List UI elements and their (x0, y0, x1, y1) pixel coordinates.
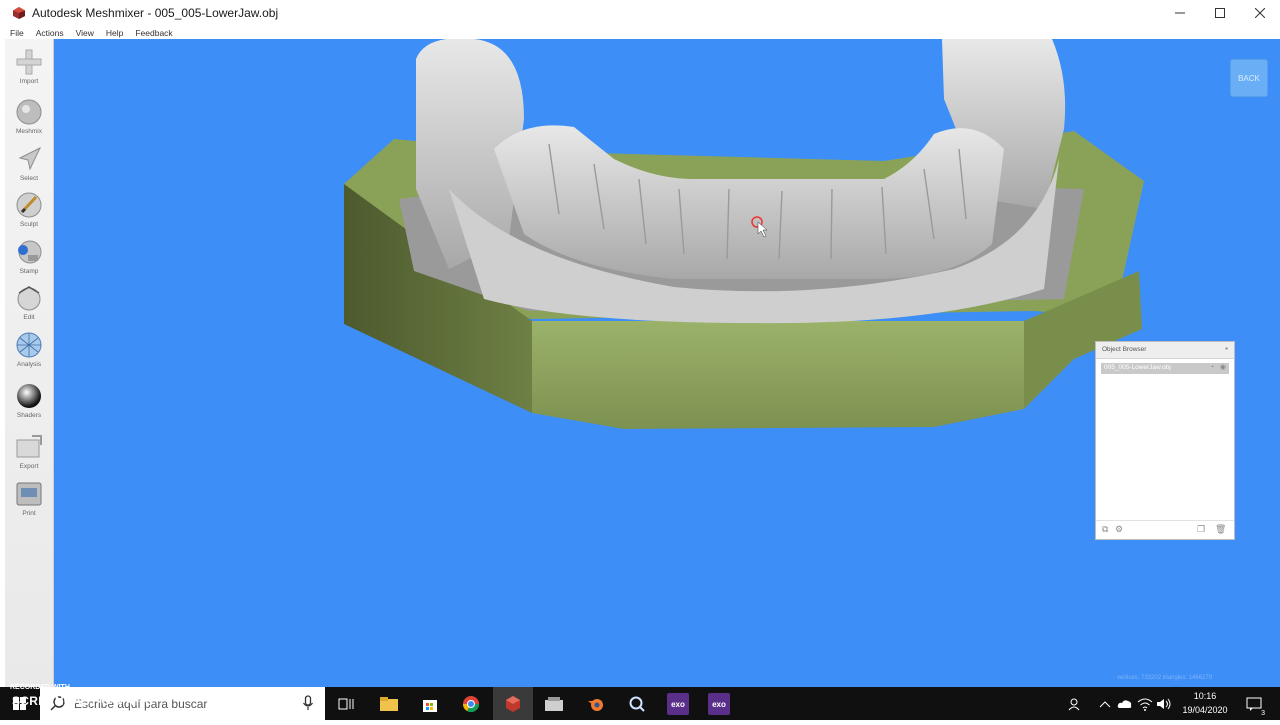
object-item-controls: ◔ ◉ (1210, 363, 1226, 371)
close-icon (1255, 8, 1265, 18)
tool-label: Select (19, 175, 39, 182)
export-icon (16, 435, 42, 458)
print-tool[interactable]: Print (5, 479, 53, 523)
menu-view[interactable]: View (76, 28, 94, 38)
tool-label: Shaders (16, 412, 42, 419)
tool-label: Import (19, 78, 39, 85)
meshmix-tool[interactable]: Meshmix (5, 97, 53, 141)
minimize-icon (1175, 12, 1185, 14)
menu-bar: File Actions View Help Feedback (0, 26, 1280, 39)
object-browser-title: Object Browser (1102, 346, 1147, 353)
search-app-icon[interactable] (626, 693, 648, 715)
back-button[interactable]: BACK (1230, 59, 1268, 97)
menu-feedback[interactable]: Feedback (135, 28, 172, 38)
window-controls (1160, 0, 1280, 26)
settings-icon[interactable]: ⚙ (1115, 524, 1123, 535)
close-button[interactable] (1240, 0, 1280, 26)
analysis-tool[interactable]: Analysis (5, 330, 53, 374)
tool-label: Edit (23, 314, 35, 321)
tool-palette: Import Meshmix Select Sculpt Stamp Edit … (5, 39, 54, 687)
menu-actions[interactable]: Actions (36, 28, 64, 38)
shaders-tool[interactable]: Shaders (5, 381, 53, 425)
minimize-button[interactable] (1160, 0, 1200, 26)
visibility-eye-icon[interactable]: ◉ (1220, 364, 1226, 371)
lock-icon[interactable]: ◔ (1210, 364, 1214, 371)
tool-label: Analysis (16, 361, 42, 368)
mesh-stats: vertices: 733202 triangles: 1466270 (1117, 675, 1213, 681)
select-arrow-icon (18, 146, 42, 171)
meshmixer-icon[interactable] (502, 693, 524, 715)
tool-label: Meshmix (15, 128, 42, 135)
stamp-tool[interactable]: Stamp (5, 237, 53, 281)
select-tool[interactable]: Select (5, 144, 53, 188)
notification-center-icon[interactable]: 3 (1243, 693, 1265, 717)
add-object-icon[interactable]: ⧉ (1102, 524, 1108, 535)
recorder-watermark: RECORDED WITH (10, 684, 70, 691)
close-icon[interactable]: ▪ (1225, 344, 1228, 353)
shader-sphere-icon (17, 384, 41, 408)
stamp-icon (18, 240, 42, 264)
tool-label: Export (19, 463, 39, 470)
maximize-icon (1215, 8, 1225, 18)
window-title: Autodesk Meshmixer - 005_005-LowerJaw.ob… (32, 6, 279, 20)
notification-count: 3 (1261, 710, 1265, 717)
object-browser-panel: Object Browser ▪ 005_005-LowerJaw.obj ◔ … (1095, 341, 1235, 540)
meshmixer-app-icon (13, 7, 25, 19)
cloud-icon[interactable] (1114, 693, 1136, 715)
duplicate-icon[interactable]: ❐ (1197, 524, 1205, 535)
microphone-icon[interactable] (302, 695, 314, 711)
menu-help[interactable]: Help (106, 28, 123, 38)
store-icon[interactable] (419, 693, 441, 715)
tool-label: Print (22, 510, 36, 517)
object-name: 005_005-LowerJaw.obj (1104, 364, 1171, 371)
recorder-brand: SCREENCAST-O-MATIC (12, 694, 154, 708)
menu-file[interactable]: File (10, 28, 24, 38)
plus-icon (16, 49, 42, 75)
exo-icon[interactable]: exo (708, 693, 730, 715)
sculpt-tool[interactable]: Sculpt (5, 190, 53, 234)
object-list-item[interactable]: 005_005-LowerJaw.obj ◔ ◉ (1101, 363, 1229, 374)
edit-icon (17, 286, 41, 311)
files-icon[interactable] (543, 693, 565, 715)
chevron-up-icon[interactable] (1094, 693, 1116, 715)
brush-icon (16, 192, 42, 218)
volume-icon[interactable] (1153, 693, 1175, 715)
export-tool[interactable]: Export (5, 432, 53, 476)
object-browser-header: Object Browser ▪ (1096, 342, 1234, 359)
trash-icon[interactable]: 🗑 (1215, 524, 1226, 535)
task-view-icon[interactable] (335, 693, 357, 715)
print-icon (16, 482, 42, 506)
clock-time[interactable]: 10:16 (1180, 691, 1230, 701)
tool-label: Stamp (19, 268, 39, 275)
edit-tool[interactable]: Edit (5, 283, 53, 327)
clock-date[interactable]: 19/04/2020 (1180, 705, 1230, 715)
tool-label: Sculpt (19, 221, 39, 228)
import-tool[interactable]: Import (5, 47, 53, 91)
blender-icon[interactable] (585, 693, 607, 715)
title-bar: Autodesk Meshmixer - 005_005-LowerJaw.ob… (0, 0, 1280, 26)
windows-taskbar: Escribe aquí para buscar RECORDED WITH S… (0, 684, 1280, 720)
analysis-icon (16, 332, 42, 358)
people-icon[interactable] (1063, 693, 1085, 715)
meshmix-icon (16, 99, 42, 125)
file-explorer-icon[interactable] (378, 693, 400, 715)
exo-icon[interactable]: exo (667, 693, 689, 715)
maximize-button[interactable] (1200, 0, 1240, 26)
object-browser-footer: ⧉ ⚙ ❐ 🗑 (1096, 520, 1234, 539)
chrome-icon[interactable] (460, 693, 482, 715)
